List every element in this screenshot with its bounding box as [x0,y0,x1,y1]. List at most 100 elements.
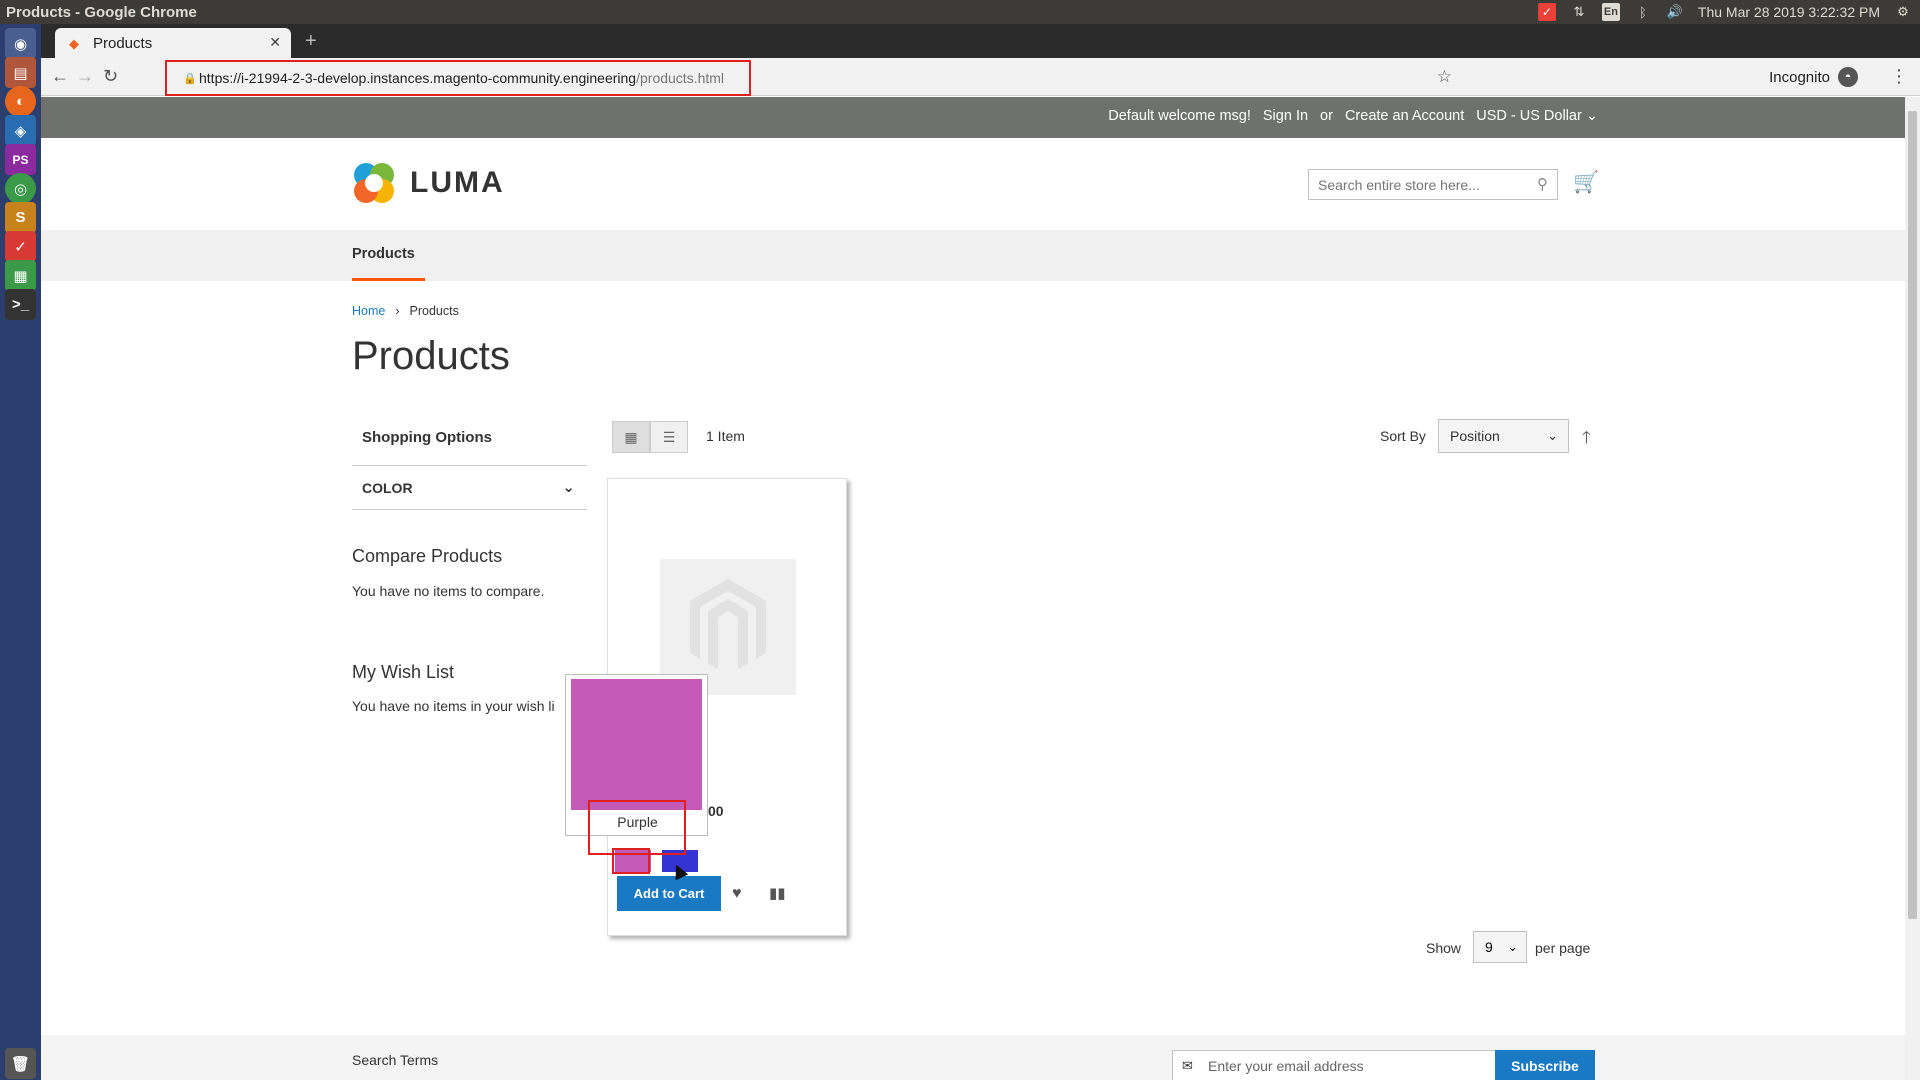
incognito-icon: ◓ [1838,67,1858,87]
incognito-label: Incognito [1769,68,1830,86]
breadcrumb-home[interactable]: Home [352,304,385,318]
envelope-icon: ✉ [1182,1058,1193,1073]
search-placeholder: Search entire store here... [1318,176,1480,193]
footer: Search Terms ✉ Enter your email address … [41,1035,1905,1080]
color-filter-label: COLOR [362,479,413,496]
window-title: Products - Google Chrome [6,3,197,21]
newsletter-email-input[interactable]: ✉ Enter your email address [1172,1050,1496,1080]
sort-by-value: Position [1450,428,1500,444]
main-navigation: Products [41,230,1905,281]
web-page: Default welcome msg! Sign In or Create a… [41,97,1905,1080]
volume-icon[interactable]: 🔊 [1666,3,1684,21]
terminal-icon[interactable]: >_ [5,289,36,320]
chrome-menu-icon[interactable]: ⋮ [1890,66,1908,87]
app-launcher: ◉ ▤ ◐ ◈ PS ◎ S ✓ ▦ >_ 🗑 [0,24,41,1080]
color-filter[interactable]: COLOR ⌄ [352,465,587,510]
firefox-icon[interactable]: ◐ [5,86,36,117]
compare-empty-text: You have no items to compare. [352,583,545,599]
bluetooth-icon[interactable]: ᛒ [1634,3,1652,21]
clock[interactable]: Thu Mar 28 2019 3:22:32 PM [1698,4,1880,20]
network-arrows-icon[interactable]: ⇅ [1570,3,1588,21]
tab-title: Products [93,34,153,52]
close-tab-icon[interactable]: ✕ [269,34,281,51]
chevron-down-icon: ⌄ [1547,428,1558,443]
chevron-down-icon: ⌄ [1507,939,1518,954]
breadcrumb-separator-icon: › [395,304,400,318]
sublime-icon[interactable]: S [5,202,36,233]
chrome-icon[interactable]: ◎ [5,173,36,204]
or-separator: or [1320,108,1333,124]
files-icon[interactable]: ▤ [5,57,36,88]
list-view-icon[interactable]: ☰ [650,421,688,453]
sort-by-select[interactable]: Position ⌄ [1438,419,1569,453]
view-mode-switcher: ▦ ☰ [612,421,688,453]
chevron-down-icon: ⌄ [562,479,575,496]
wishlist-heart-icon[interactable]: ♥ [732,885,742,903]
annotation-highlight-label [588,800,686,855]
bookmark-star-icon[interactable]: ☆ [1437,67,1452,87]
scrollbar-thumb[interactable] [1908,111,1917,919]
magento-placeholder-icon [690,579,766,669]
browser-toolbar: ← → ↻ 🔒 https://i-21994-2-3-develop.inst… [41,58,1920,96]
search-icon[interactable]: ⚲ [1537,175,1548,193]
annotation-highlight-swatch [612,848,650,874]
keyboard-layout-indicator[interactable]: En [1601,3,1620,21]
reload-icon[interactable]: ↻ [103,66,118,87]
lock-icon: 🔒 [183,73,197,85]
store-panel-header: Default welcome msg! Sign In or Create a… [41,97,1905,138]
item-count: 1 Item [706,428,745,444]
wishlist-title: My Wish List [352,662,455,682]
incognito-indicator: Incognito ◓ [1769,67,1858,87]
newsletter-placeholder: Enter your email address [1208,1058,1364,1074]
limiter-select[interactable]: 9 ⌄ [1473,931,1527,963]
back-icon[interactable]: ← [51,66,69,87]
swatch-tooltip-preview [571,679,702,810]
system-tray: ✓ ⇅ En ᛒ 🔊 Thu Mar 28 2019 3:22:32 PM ⚙ [1537,0,1912,24]
wishlist-empty-text: You have no items in your wish li [352,698,555,714]
os-top-panel: Products - Google Chrome ✓ ⇅ En ᛒ 🔊 Thu … [0,0,1920,24]
show-label: Show [1426,940,1462,956]
search-terms-link[interactable]: Search Terms [352,1052,438,1068]
create-account-link[interactable]: Create an Account [1345,108,1464,124]
breadcrumb-current: Products [409,304,459,318]
search-input[interactable]: Search entire store here... ⚲ [1308,169,1558,200]
browser-tab-bar: ◆ Products ✕ + [41,24,1920,58]
breadcrumb: Home › Products [352,304,459,318]
todo-icon[interactable]: ✓ [5,231,36,262]
spreadsheet-icon[interactable]: ▦ [5,260,36,291]
vscode-icon[interactable]: ◈ [5,115,36,146]
per-page-label: per page [1535,940,1591,956]
compare-products-title: Compare Products [352,546,503,566]
logo-text: LUMA [410,166,505,199]
grid-view-icon[interactable]: ▦ [612,421,650,453]
settings-gear-icon[interactable]: ⚙ [1894,3,1912,21]
sort-by-label: Sort By [1380,428,1426,444]
forward-icon[interactable]: → [76,66,94,87]
page-scrollbar[interactable] [1905,97,1920,1080]
luma-logo[interactable]: LUMA [352,161,505,205]
dash-icon[interactable]: ◉ [5,28,36,59]
welcome-message: Default welcome msg! [1108,108,1251,124]
sort-direction-arrow-icon[interactable]: 🡑 [1582,425,1591,454]
page-title: Products [352,334,510,378]
currency-switcher[interactable]: USD - US Dollar ⌄ [1476,108,1598,124]
url-path: /products.html [636,70,725,86]
nav-item-products[interactable]: Products [352,230,425,281]
address-bar[interactable]: 🔒 https://i-21994-2-3-develop.instances.… [165,60,751,96]
product-price: 00 [708,803,724,819]
subscribe-button[interactable]: Subscribe [1495,1050,1595,1080]
new-tab-icon[interactable]: + [305,30,317,53]
sign-in-link[interactable]: Sign In [1263,108,1308,124]
limiter-value: 9 [1485,939,1493,955]
url-host: https://i-21994-2-3-develop.instances.ma… [199,70,637,86]
tab-products[interactable]: ◆ Products ✕ [55,28,291,58]
trash-icon[interactable]: 🗑 [5,1048,36,1079]
luma-logo-mark-icon [352,161,396,205]
magento-favicon-icon: ◆ [69,36,79,51]
task-check-icon[interactable]: ✓ [1537,3,1556,21]
cart-icon[interactable]: 🛒 [1573,171,1599,195]
add-to-cart-button[interactable]: Add to Cart [617,876,721,911]
phpstorm-icon[interactable]: PS [5,144,36,175]
compare-chart-icon[interactable]: ▮▮ [769,884,786,902]
shopping-options-title: Shopping Options [362,429,492,446]
